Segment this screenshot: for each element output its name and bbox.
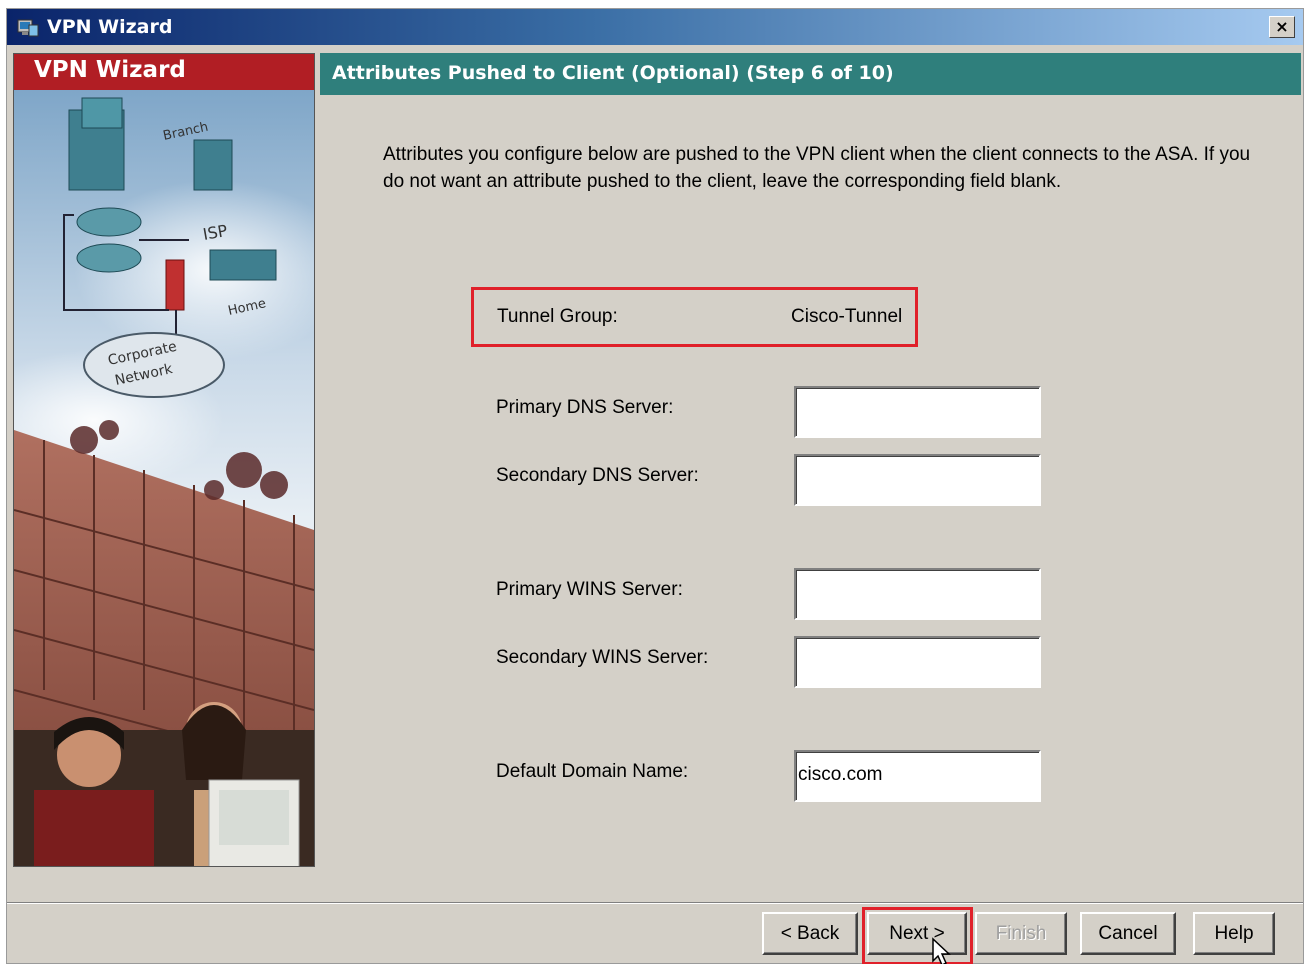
wizard-side-panel: VPN Wizard Branch ISP Home Corporate Net… [13, 53, 315, 867]
vpn-wizard-window: VPN Wizard × VPN Wizard Branch ISP Home … [6, 8, 1304, 964]
mouse-pointer-icon [932, 937, 951, 964]
step-header: Attributes Pushed to Client (Optional) (… [320, 53, 1301, 95]
primary-wins-input[interactable] [794, 568, 1041, 620]
primary-dns-label: Primary DNS Server: [496, 397, 674, 418]
default-domain-input[interactable]: cisco.com [794, 750, 1041, 802]
cancel-button[interactable]: Cancel [1080, 912, 1176, 955]
back-button[interactable]: < Back [762, 912, 858, 955]
window-title: VPN Wizard [47, 16, 173, 38]
network-illustration: Branch ISP Home Corporate Network [14, 90, 314, 866]
intro-description: Attributes you configure below are pushe… [383, 144, 1251, 192]
secondary-dns-label: Secondary DNS Server: [496, 465, 699, 486]
secondary-wins-label: Secondary WINS Server: [496, 647, 709, 668]
finish-button: Finish [975, 912, 1067, 955]
default-domain-label: Default Domain Name: [496, 761, 689, 782]
primary-dns-input[interactable] [794, 386, 1041, 438]
help-button[interactable]: Help [1193, 912, 1275, 955]
title-bar[interactable]: VPN Wizard × [7, 9, 1303, 45]
secondary-wins-input[interactable] [794, 636, 1041, 688]
side-panel-title: VPN Wizard [14, 54, 314, 90]
button-separator [7, 902, 1303, 904]
tunnel-group-value: Cisco-Tunnel [791, 306, 903, 327]
primary-wins-label: Primary WINS Server: [496, 579, 683, 600]
close-button[interactable]: × [1269, 16, 1295, 38]
vpn-wizard-icon [17, 19, 39, 37]
tunnel-group-label: Tunnel Group: [497, 306, 618, 327]
secondary-dns-input[interactable] [794, 454, 1041, 506]
